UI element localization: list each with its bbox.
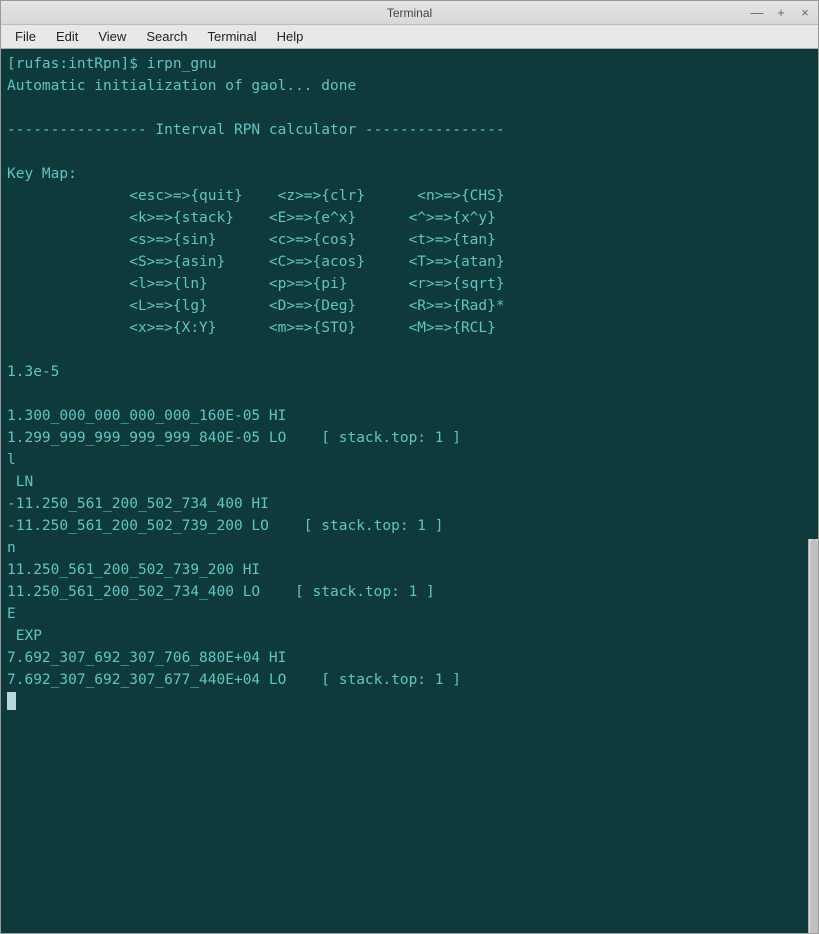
prompt: [rufas:intRpn]$ — [7, 56, 147, 72]
output-line: <esc>=>{quit} <z>=>{clr} <n>=>{CHS} — [7, 188, 505, 204]
minimize-button[interactable]: — — [750, 5, 764, 19]
window-controls: — + × — [750, 5, 812, 19]
output-line: 11.250_561_200_502_739_200 HI — [7, 562, 260, 578]
cursor — [7, 692, 16, 710]
output-line: 7.692_307_692_307_677_440E+04 LO [ stack… — [7, 672, 461, 688]
window-title: Terminal — [387, 6, 432, 20]
output-line: Automatic initialization of gaol... done — [7, 78, 356, 94]
maximize-button[interactable]: + — [774, 5, 788, 19]
scrollbar[interactable] — [808, 539, 818, 933]
menu-search[interactable]: Search — [136, 27, 197, 46]
output-line: 1.3e-5 — [7, 364, 59, 380]
output-line: 1.299_999_999_999_999_840E-05 LO [ stack… — [7, 430, 461, 446]
terminal-content[interactable]: [rufas:intRpn]$ irpn_gnu Automatic initi… — [1, 49, 818, 933]
output-line: <L>=>{lg} <D>=>{Deg} <R>=>{Rad}* — [7, 298, 505, 314]
menu-terminal[interactable]: Terminal — [198, 27, 267, 46]
menubar: File Edit View Search Terminal Help — [1, 25, 818, 49]
menu-help[interactable]: Help — [267, 27, 314, 46]
output-line: <k>=>{stack} <E>=>{e^x} <^>=>{x^y} — [7, 210, 496, 226]
menu-edit[interactable]: Edit — [46, 27, 88, 46]
output-line: <l>=>{ln} <p>=>{pi} <r>=>{sqrt} — [7, 276, 505, 292]
output-line: <S>=>{asin} <C>=>{acos} <T>=>{atan} — [7, 254, 505, 270]
output-line: Key Map: — [7, 166, 77, 182]
output-line: -11.250_561_200_502_734_400 HI — [7, 496, 269, 512]
menu-view[interactable]: View — [88, 27, 136, 46]
output-line: EXP — [7, 628, 42, 644]
menu-file[interactable]: File — [5, 27, 46, 46]
output-line: ---------------- Interval RPN calculator… — [7, 122, 505, 138]
output-line: l — [7, 452, 16, 468]
output-line: E — [7, 606, 16, 622]
output-line: 7.692_307_692_307_706_880E+04 HI — [7, 650, 286, 666]
output-line: 1.300_000_000_000_000_160E-05 HI — [7, 408, 286, 424]
scrollthumb[interactable] — [810, 539, 818, 933]
output-line: 11.250_561_200_502_734_400 LO [ stack.to… — [7, 584, 435, 600]
output-line: n — [7, 540, 16, 556]
terminal-window: Terminal — + × File Edit View Search Ter… — [0, 0, 819, 934]
titlebar[interactable]: Terminal — + × — [1, 1, 818, 25]
command-text: irpn_gnu — [147, 56, 217, 72]
close-button[interactable]: × — [798, 5, 812, 19]
output-line: <s>=>{sin} <c>=>{cos} <t>=>{tan} — [7, 232, 496, 248]
output-line: LN — [7, 474, 33, 490]
output-line: <x>=>{X:Y} <m>=>{STO} <M>=>{RCL} — [7, 320, 496, 336]
output-line: -11.250_561_200_502_739_200 LO [ stack.t… — [7, 518, 444, 534]
